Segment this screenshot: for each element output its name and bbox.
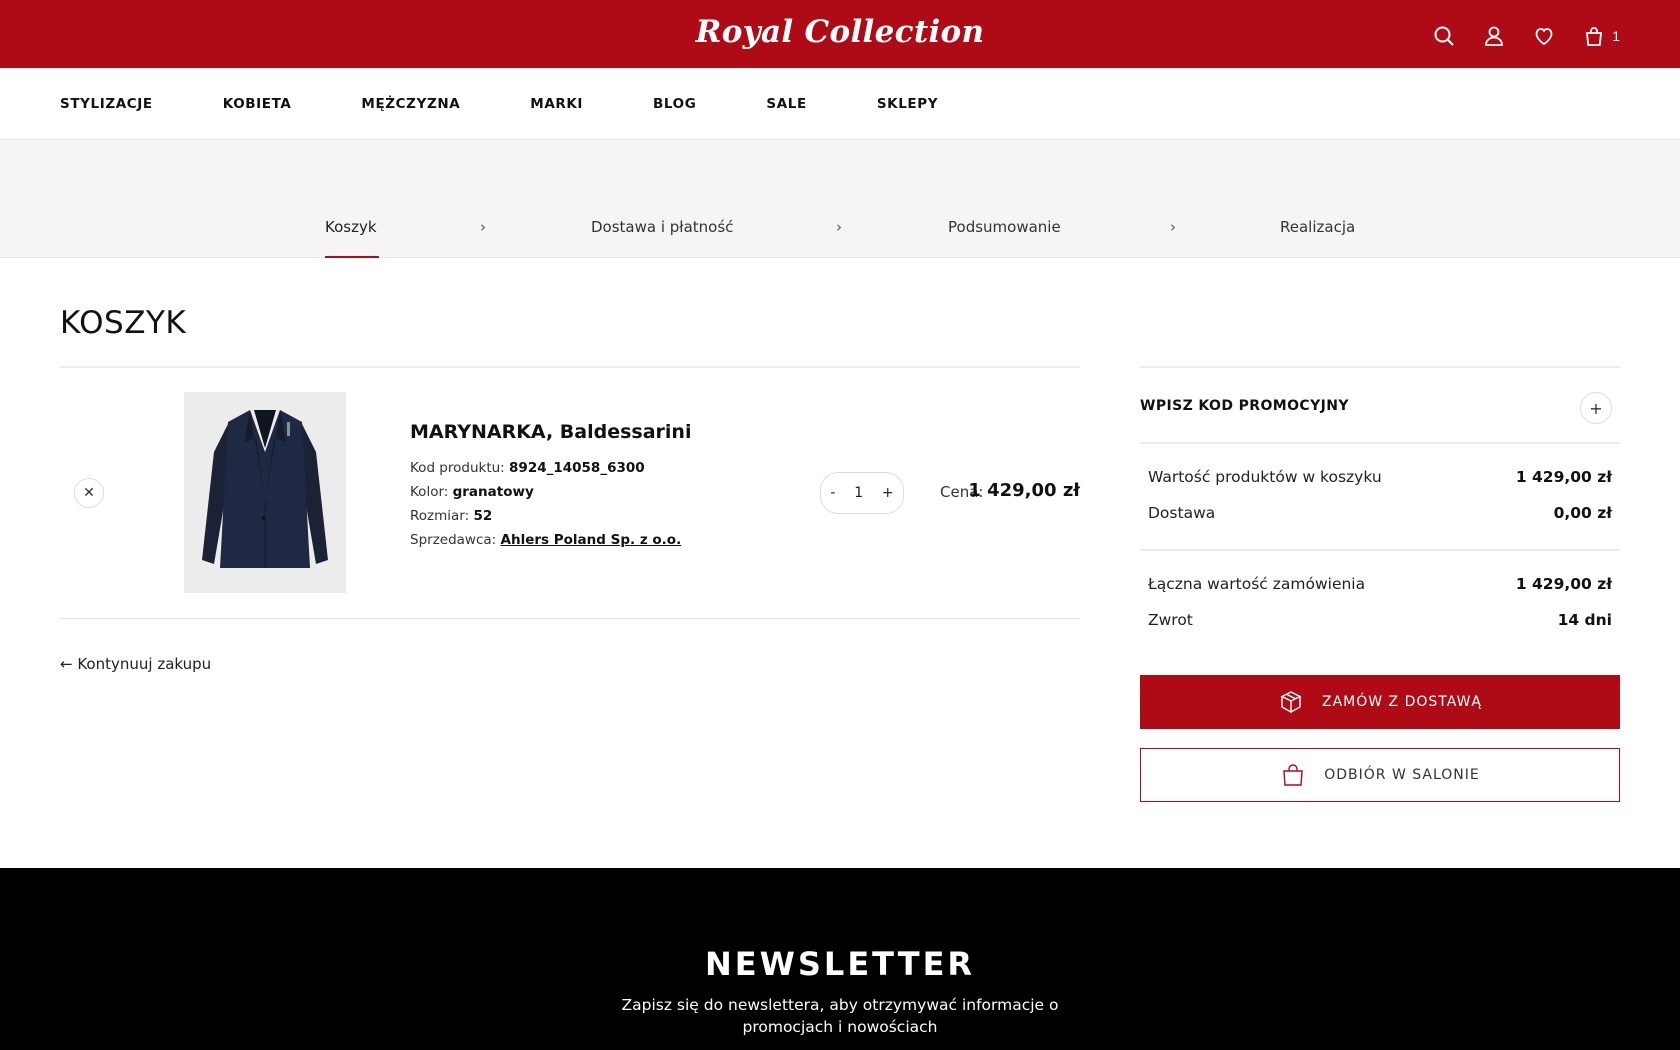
product-seller-label: Sprzedawca:: [410, 532, 497, 548]
newsletter-title: NEWSLETTER: [704, 945, 976, 983]
product-size-value: 52: [473, 508, 493, 524]
delivery-value: 0,00 zł: [1553, 504, 1612, 522]
step-realizacja[interactable]: Realizacja: [1280, 218, 1355, 236]
step-dostawa[interactable]: Dostawa i płatność: [591, 218, 733, 236]
chevron-right-icon: ›: [480, 218, 486, 236]
quantity-stepper: - 1 +: [820, 472, 904, 514]
close-icon: ✕: [83, 485, 95, 501]
qty-decrease-button[interactable]: -: [830, 485, 835, 501]
shopping-bag-icon: [1280, 762, 1306, 788]
store-pickup-button[interactable]: ODBIÓR W SALONIE: [1140, 748, 1620, 802]
summary-row-products: Wartość produktów w koszyku 1 429,00 zł: [1148, 468, 1612, 486]
cart-count-badge[interactable]: 1: [1612, 28, 1620, 44]
products-value-label: Wartość produktów w koszyku: [1148, 468, 1382, 486]
product-color: Kolor: granatowy: [410, 484, 534, 500]
nav-item-sale[interactable]: SALE: [766, 96, 806, 112]
summary-row-return: Zwrot 14 dni: [1148, 611, 1612, 629]
promo-code-toggle[interactable]: WPISZ KOD PROMOCYJNY +: [1140, 366, 1620, 444]
product-color-value: granatowy: [452, 484, 534, 500]
nav-item-blog[interactable]: BLOG: [653, 96, 696, 112]
divider: [60, 366, 1080, 368]
product-image[interactable]: [184, 392, 346, 593]
top-bar: Royal Collection 1: [0, 0, 1680, 68]
step-koszyk[interactable]: Koszyk: [325, 218, 377, 236]
divider: [1140, 549, 1620, 551]
active-step-indicator: [325, 256, 379, 258]
return-label: Zwrot: [1148, 611, 1193, 629]
nav-item-stylizacje[interactable]: STYLIZACJE: [60, 96, 153, 112]
qty-value[interactable]: 1: [854, 485, 863, 501]
nav-item-marki[interactable]: MARKI: [530, 96, 583, 112]
step-podsumowanie[interactable]: Podsumowanie: [948, 218, 1061, 236]
chevron-right-icon: ›: [1170, 218, 1176, 236]
promo-code-label: WPISZ KOD PROMOCYJNY: [1140, 398, 1349, 414]
product-code-value: 8924_14058_6300: [509, 460, 645, 476]
page-title: KOSZYK: [60, 305, 187, 341]
user-icon[interactable]: [1480, 22, 1508, 50]
products-value: 1 429,00 zł: [1515, 468, 1612, 486]
product-code-label: Kod produktu:: [410, 460, 505, 476]
continue-shopping-link[interactable]: ← Kontynuuj zakupu: [60, 655, 211, 673]
product-name[interactable]: MARYNARKA, Baldessarini: [410, 421, 691, 443]
item-price: 1 429,00 zł: [968, 480, 1080, 501]
product-size: Rozmiar: 52: [410, 508, 492, 524]
qty-increase-button[interactable]: +: [882, 485, 894, 501]
newsletter-footer: NEWSLETTER Zapisz się do newslettera, ab…: [0, 868, 1680, 1050]
product-size-label: Rozmiar:: [410, 508, 470, 524]
product-color-label: Kolor:: [410, 484, 449, 500]
seller-link[interactable]: Ahlers Poland Sp. z o.o.: [501, 532, 682, 548]
product-seller: Sprzedawca: Ahlers Poland Sp. z o.o.: [410, 532, 681, 548]
nav-item-sklepy[interactable]: SKLEPY: [877, 96, 938, 112]
main-nav: STYLIZACJE KOBIETA MĘŻCZYZNA MARKI BLOG …: [0, 68, 1680, 140]
order-with-delivery-button[interactable]: ZAMÓW Z DOSTAWĄ: [1140, 675, 1620, 729]
header-icons: 1: [1408, 20, 1620, 52]
bag-icon[interactable]: [1580, 22, 1608, 50]
total-label: Łączna wartość zamówienia: [1148, 575, 1366, 593]
nav-item-kobieta[interactable]: KOBIETA: [223, 96, 292, 112]
delivery-label: Dostawa: [1148, 504, 1216, 522]
store-pickup-label: ODBIÓR W SALONIE: [1324, 767, 1480, 783]
jacket-image: [184, 392, 346, 593]
total-value: 1 429,00 zł: [1515, 575, 1612, 593]
summary-row-delivery: Dostawa 0,00 zł: [1148, 504, 1612, 522]
nav-item-mezczyzna[interactable]: MĘŻCZYZNA: [361, 96, 460, 112]
order-with-delivery-label: ZAMÓW Z DOSTAWĄ: [1322, 694, 1482, 710]
remove-item-button[interactable]: ✕: [74, 478, 104, 508]
divider: [60, 618, 1080, 619]
heart-icon[interactable]: [1530, 22, 1558, 50]
search-icon[interactable]: [1430, 22, 1458, 50]
summary-row-total: Łączna wartość zamówienia 1 429,00 zł: [1148, 575, 1612, 593]
product-code: Kod produktu: 8924_14058_6300: [410, 460, 645, 476]
chevron-right-icon: ›: [836, 218, 842, 236]
box-icon: [1278, 689, 1304, 715]
return-value: 14 dni: [1557, 611, 1612, 629]
checkout-steps: Koszyk › Dostawa i płatność › Podsumowan…: [0, 140, 1680, 258]
plus-icon[interactable]: +: [1580, 392, 1612, 424]
newsletter-text: Zapisz się do newslettera, aby otrzymywa…: [621, 996, 1059, 1036]
